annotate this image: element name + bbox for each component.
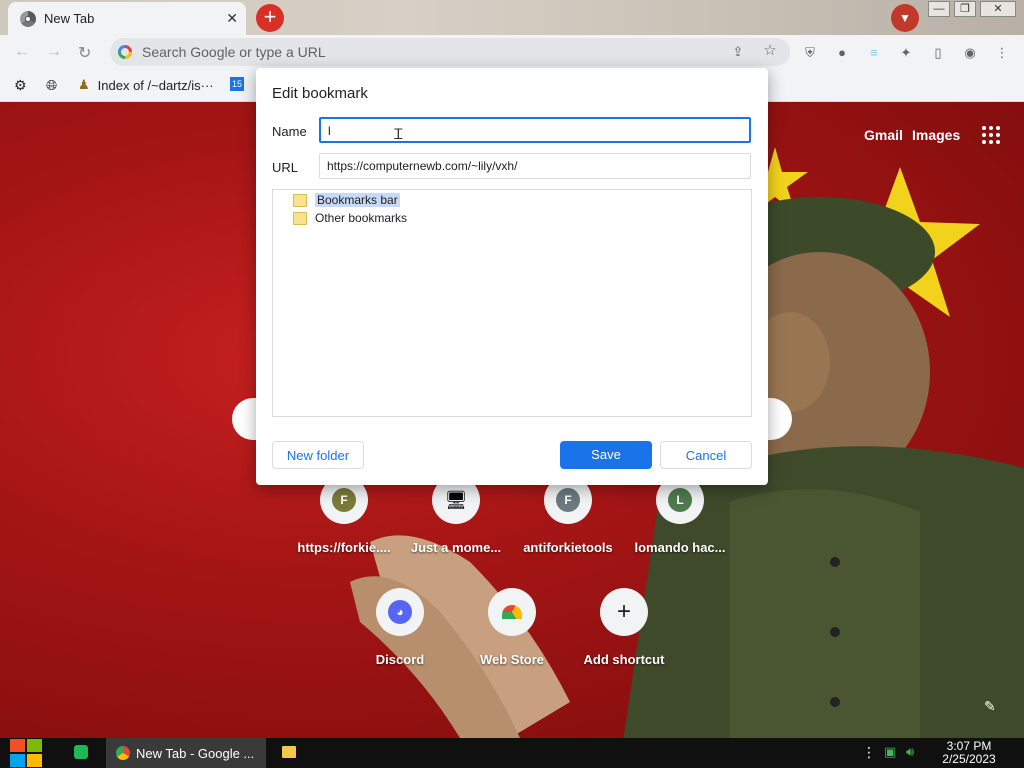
web-store-icon xyxy=(502,605,522,619)
dialog-title: Edit bookmark xyxy=(272,85,368,102)
shortcut-label: Add shortcut xyxy=(583,652,665,667)
cancel-button[interactable]: Cancel xyxy=(660,441,752,469)
chrome-icon xyxy=(20,10,36,27)
bookmark-item[interactable]: 15 xyxy=(230,77,244,91)
toolbar: ← → ↻ Search Google or type a URL ⇪ ☆ ⛨ … xyxy=(0,35,1024,69)
name-label: Name xyxy=(272,124,307,139)
chrome-icon xyxy=(116,746,130,760)
bookmark-item[interactable]: ⚙ xyxy=(14,77,27,94)
clock-date: 2/25/2023 xyxy=(942,752,996,766)
shortcut-icon-container xyxy=(488,588,536,636)
discord-icon: ◕ xyxy=(388,600,412,624)
letter-icon: F xyxy=(332,488,356,512)
title-bar: New Tab ✕ + ▼ — ❐ ✕ xyxy=(0,0,1024,35)
text-cursor-icon: Ꮖ xyxy=(394,126,404,142)
url-label: URL xyxy=(272,160,299,175)
globe-icon: 🌐︎ xyxy=(46,77,58,93)
close-tab-icon[interactable]: ✕ xyxy=(226,10,238,27)
back-icon[interactable]: ← xyxy=(14,43,30,61)
task-label: New Tab - Google ... xyxy=(136,745,255,761)
start-button[interactable] xyxy=(10,738,44,768)
restore-button[interactable]: ❐ xyxy=(954,1,976,17)
forward-icon[interactable]: → xyxy=(46,43,62,61)
folder-icon xyxy=(293,211,307,225)
reload-icon[interactable]: ↻ xyxy=(78,43,91,63)
taskbar-task-chrome[interactable]: New Tab - Google ... xyxy=(106,738,266,768)
ublock-icon[interactable]: ⛨ xyxy=(802,45,818,61)
file-explorer-icon[interactable] xyxy=(282,746,296,758)
app-icon: ⚙ xyxy=(14,77,27,93)
app-green-icon[interactable] xyxy=(74,745,88,759)
browser-window: New Tab ✕ + ▼ — ❐ ✕ ← → ↻ Search Google … xyxy=(0,0,1024,738)
tab-search-button[interactable]: ▼ xyxy=(891,4,919,32)
customize-pencil-icon[interactable]: ✎ xyxy=(984,698,996,715)
google-icon xyxy=(118,45,132,59)
new-folder-button[interactable]: New folder xyxy=(272,441,364,469)
volume-icon[interactable]: 🔊︎ xyxy=(906,744,914,760)
shortcut-label: antiforkietools xyxy=(523,540,613,555)
system-clock[interactable]: 3:07 PM 2/25/2023 xyxy=(938,740,1000,766)
shortcut-label: lomando hac... xyxy=(634,540,726,555)
folder-icon xyxy=(293,193,307,207)
url-value: https://computernewb.com/~lily/vxh/ xyxy=(327,159,518,173)
shortcut-tile[interactable]: ◕ Discord xyxy=(345,588,455,667)
app-blue-icon: 15 xyxy=(230,77,244,91)
new-tab-button[interactable]: + xyxy=(256,4,284,32)
edit-bookmark-dialog: Edit bookmark Name l Ꮖ URL https://compu… xyxy=(256,68,768,485)
share-icon[interactable]: ⇪ xyxy=(730,44,746,60)
shortcut-label: Web Store xyxy=(479,652,545,667)
bookmark-item[interactable]: ♟ Index of /~dartz/is··· xyxy=(78,77,214,93)
shortcut-tile[interactable]: L lomando hac... xyxy=(625,476,735,555)
omnibox[interactable]: Search Google or type a URL xyxy=(110,38,790,66)
taskbar: New Tab - Google ... ⋮ ▣ 🔊︎ 3:07 PM 2/25… xyxy=(0,738,1024,768)
person-icon: ♟ xyxy=(78,77,90,92)
computer-icon: 🖥︎ xyxy=(444,489,468,510)
add-shortcut-tile[interactable]: + Add shortcut xyxy=(569,588,679,667)
network-icon[interactable]: ▣ xyxy=(884,744,896,760)
minimize-button[interactable]: — xyxy=(928,1,950,17)
images-link[interactable]: Images xyxy=(912,127,960,143)
folder-label: Bookmarks bar xyxy=(315,193,400,207)
shortcut-icon-container: + xyxy=(600,588,648,636)
bookmark-item[interactable]: 🌐︎ xyxy=(46,77,57,94)
shortcut-tile[interactable]: F https://forkie.... xyxy=(289,476,399,555)
gmail-link[interactable]: Gmail xyxy=(864,127,903,143)
apps-grid-icon[interactable] xyxy=(982,126,1000,144)
side-panel-icon[interactable]: ▯ xyxy=(930,45,946,61)
close-window-button[interactable]: ✕ xyxy=(980,1,1016,17)
extension-flag-icon[interactable]: ≡ xyxy=(866,45,882,61)
shortcut-icon-container: ◕ xyxy=(376,588,424,636)
shortcut-tile[interactable]: 🖥︎ Just a mome... xyxy=(401,476,511,555)
shortcut-label: Just a mome... xyxy=(410,540,502,555)
omnibox-placeholder: Search Google or type a URL xyxy=(142,44,326,60)
tab-title: New Tab xyxy=(44,11,95,26)
folder-tree[interactable]: Bookmarks bar Other bookmarks xyxy=(272,189,752,417)
menu-icon[interactable]: ⋮ xyxy=(994,45,1010,61)
shortcut-tile[interactable]: F antiforkietools xyxy=(513,476,623,555)
letter-icon: F xyxy=(556,488,580,512)
bookmark-label: Index of /~dartz/is··· xyxy=(97,77,214,93)
folder-item-bookmarks-bar[interactable]: Bookmarks bar xyxy=(293,193,400,207)
name-field[interactable]: l xyxy=(319,117,751,143)
save-button[interactable]: Save xyxy=(560,441,652,469)
extension-avatar-icon[interactable]: ● xyxy=(834,45,850,61)
shortcut-tile[interactable]: Web Store xyxy=(457,588,567,667)
folder-item-other-bookmarks[interactable]: Other bookmarks xyxy=(293,211,407,225)
letter-icon: L xyxy=(668,488,692,512)
url-field[interactable]: https://computernewb.com/~lily/vxh/ xyxy=(319,153,751,179)
bookmark-star-icon[interactable]: ☆ xyxy=(762,43,778,59)
profile-icon[interactable]: ◉ xyxy=(962,45,978,61)
shortcut-label: https://forkie.... xyxy=(297,540,391,555)
overflow-icon[interactable]: ⋮ xyxy=(862,744,876,761)
name-value: l xyxy=(328,124,331,138)
extensions-puzzle-icon[interactable]: ✦ xyxy=(898,45,914,61)
shortcut-label: Discord xyxy=(375,652,425,667)
tab-new-tab[interactable]: New Tab ✕ xyxy=(8,2,246,35)
folder-label: Other bookmarks xyxy=(315,211,408,225)
add-icon: + xyxy=(616,598,631,625)
